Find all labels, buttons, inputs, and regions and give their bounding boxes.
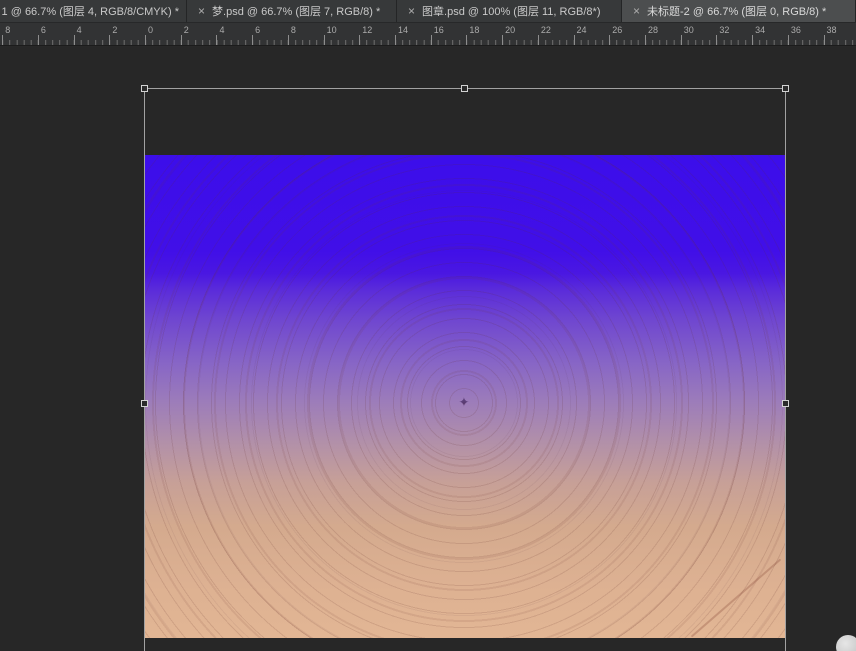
ruler-major-tick xyxy=(2,35,3,45)
ruler-number: 20 xyxy=(505,25,515,35)
ruler-major-tick xyxy=(645,35,646,45)
ruler-number: 4 xyxy=(77,25,82,35)
document-tab-bar: 1 @ 66.7% (图层 4, RGB/8/CMYK) * × 梦.psd @… xyxy=(0,0,856,22)
transform-handle-middle-left[interactable] xyxy=(141,400,148,407)
ruler-number: 34 xyxy=(755,25,765,35)
close-icon[interactable]: × xyxy=(408,5,415,17)
ruler-number: 0 xyxy=(148,25,153,35)
ruler-minor-ticks xyxy=(0,40,856,45)
ruler-major-tick xyxy=(788,35,789,45)
tab-untitled-2-active[interactable]: × 未标题-2 @ 66.7% (图层 0, RGB/8) * xyxy=(622,0,856,22)
ruler-major-tick xyxy=(145,35,146,45)
transform-handle-top-left[interactable] xyxy=(141,85,148,92)
transform-edge-left[interactable] xyxy=(144,88,145,651)
center-sparkle-icon: ✦ xyxy=(459,394,470,410)
tab-title: 梦.psd @ 66.7% (图层 7, RGB/8) * xyxy=(212,3,380,19)
tab-meng-psd[interactable]: × 梦.psd @ 66.7% (图层 7, RGB/8) * xyxy=(187,0,397,22)
ruler-number: 4 xyxy=(219,25,224,35)
ruler-number: 38 xyxy=(827,25,837,35)
texture-streak xyxy=(691,559,781,638)
ruler-number: 2 xyxy=(184,25,189,35)
ruler-major-tick xyxy=(288,35,289,45)
ruler-major-tick xyxy=(538,35,539,45)
ruler-major-tick xyxy=(74,35,75,45)
tab-tuzhang-psd[interactable]: × 图章.psd @ 100% (图层 11, RGB/8*) xyxy=(397,0,622,22)
ruler-number: 30 xyxy=(684,25,694,35)
ruler-number: 28 xyxy=(648,25,658,35)
transform-handle-top-middle[interactable] xyxy=(461,85,468,92)
ruler-number: 26 xyxy=(612,25,622,35)
ruler-number: 8 xyxy=(291,25,296,35)
canvas-work-area[interactable]: ✦ xyxy=(0,47,856,651)
ruler-major-tick xyxy=(502,35,503,45)
ruler-major-tick xyxy=(395,35,396,45)
ruler-major-tick xyxy=(824,35,825,45)
ruler-number: 18 xyxy=(469,25,479,35)
ruler-number: 6 xyxy=(41,25,46,35)
ruler-major-tick xyxy=(109,35,110,45)
transform-edge-right[interactable] xyxy=(785,88,786,651)
ruler-number: 8 xyxy=(5,25,10,35)
ruler-major-tick xyxy=(38,35,39,45)
ruler-major-tick xyxy=(574,35,575,45)
ruler-number: 16 xyxy=(434,25,444,35)
ruler-number: 6 xyxy=(255,25,260,35)
ruler-number: 14 xyxy=(398,25,408,35)
ruler-number: 12 xyxy=(362,25,372,35)
ruler-number: 22 xyxy=(541,25,551,35)
ruler-major-tick xyxy=(431,35,432,45)
ruler-number: 32 xyxy=(719,25,729,35)
ruler-major-tick xyxy=(181,35,182,45)
transform-handle-top-right[interactable] xyxy=(782,85,789,92)
tab-title: 未标题-2 @ 66.7% (图层 0, RGB/8) * xyxy=(647,3,826,19)
transform-handle-middle-right[interactable] xyxy=(782,400,789,407)
tab-title: 图章.psd @ 100% (图层 11, RGB/8*) xyxy=(422,3,600,19)
horizontal-ruler[interactable]: 864202468101214161820222426283032343638 xyxy=(0,22,856,46)
ruler-major-tick xyxy=(252,35,253,45)
document-canvas[interactable]: ✦ xyxy=(145,155,785,638)
ruler-major-tick xyxy=(752,35,753,45)
close-icon[interactable]: × xyxy=(633,5,640,17)
close-icon[interactable]: × xyxy=(198,5,205,17)
tab-untitled-1[interactable]: 1 @ 66.7% (图层 4, RGB/8/CMYK) * xyxy=(0,0,187,22)
ruler-major-tick xyxy=(681,35,682,45)
ruler-number: 10 xyxy=(327,25,337,35)
ruler-number: 24 xyxy=(577,25,587,35)
ruler-major-tick xyxy=(466,35,467,45)
tab-title: 1 @ 66.7% (图层 4, RGB/8/CMYK) * xyxy=(2,3,179,19)
ruler-major-tick xyxy=(324,35,325,45)
ruler-number: 36 xyxy=(791,25,801,35)
ruler-major-tick xyxy=(216,35,217,45)
ruler-major-tick xyxy=(609,35,610,45)
ruler-major-tick xyxy=(716,35,717,45)
photoshop-workspace: 1 @ 66.7% (图层 4, RGB/8/CMYK) * × 梦.psd @… xyxy=(0,0,856,651)
ruler-major-tick xyxy=(359,35,360,45)
ruler-number: 2 xyxy=(112,25,117,35)
cursor-dot xyxy=(836,635,856,651)
